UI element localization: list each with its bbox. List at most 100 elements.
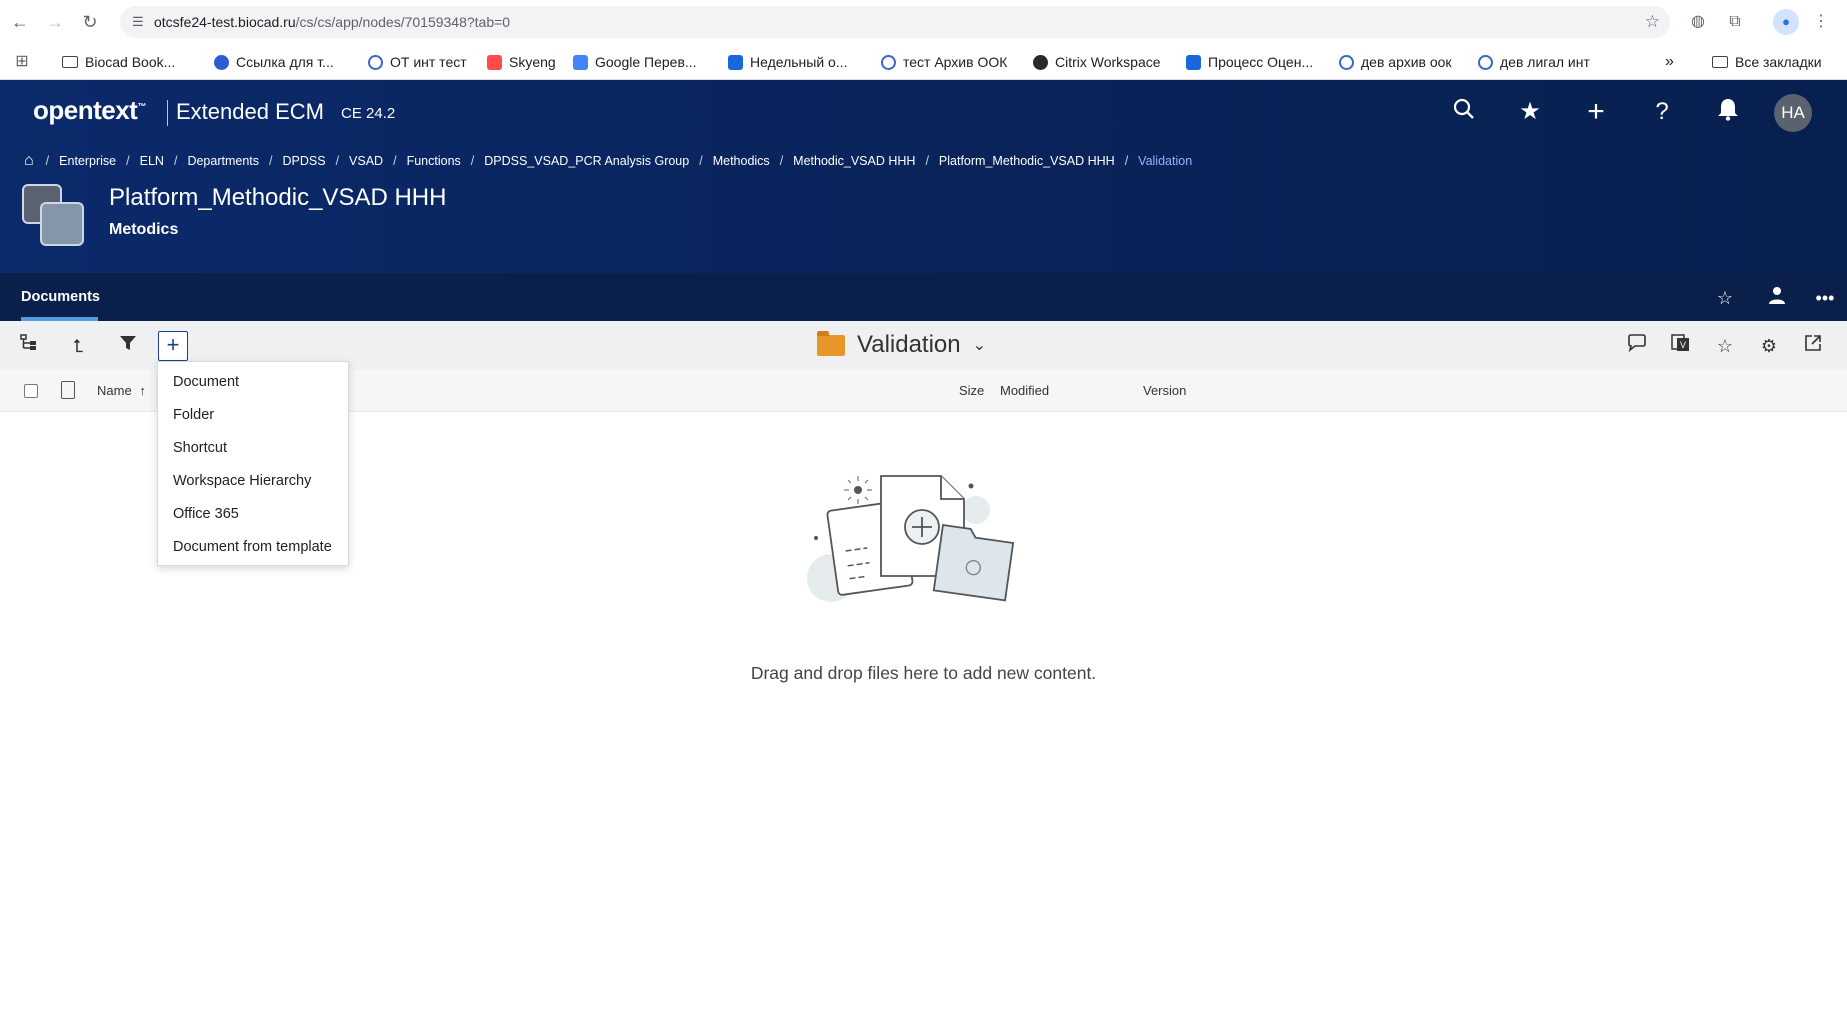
breadcrumb-item[interactable]: DPDSS (282, 154, 325, 168)
confluence-icon (728, 54, 743, 70)
go-up-icon[interactable]: ⮤ (65, 333, 91, 359)
opentext-icon (881, 54, 896, 70)
top-navigation-bar: opentext™ Extended ECM CE 24.2 ★ + ? HA (0, 80, 1847, 144)
breadcrumb: ⌂ / Enterprise / ELN / Departments / DPDSS /… (24, 152, 1193, 170)
column-header-modified[interactable]: Modified (1000, 383, 1049, 398)
add-item-button[interactable]: + (158, 331, 188, 361)
select-all-checkbox[interactable] (24, 384, 38, 398)
bookmark-item[interactable]: Citrix Workspace (1033, 52, 1161, 72)
folder-icon (817, 330, 845, 356)
breadcrumb-item[interactable]: Functions (407, 154, 461, 168)
menu-item-workspace-hierarchy[interactable]: Workspace Hierarchy (158, 465, 348, 498)
breadcrumb-item[interactable]: Methodics (713, 154, 770, 168)
home-icon[interactable]: ⌂ (24, 152, 34, 170)
reload-icon[interactable]: ↻ (78, 10, 102, 34)
forward-icon[interactable]: → (43, 10, 67, 34)
translate-icon[interactable]: ◍ (1687, 11, 1709, 33)
workspace-title: Platform_Methodic_VSAD HHH (109, 184, 447, 211)
filter-icon[interactable] (115, 333, 141, 359)
column-header-name[interactable]: Name ↑ (97, 383, 146, 398)
column-header-size[interactable]: Size (959, 383, 984, 398)
app-header: opentext™ Extended ECM CE 24.2 ★ + ? HA … (0, 80, 1847, 273)
menu-item-document[interactable]: Document (158, 366, 348, 399)
apps-grid-icon[interactable]: ⊞ (11, 51, 33, 73)
opentext-icon (1478, 54, 1493, 70)
all-bookmarks[interactable]: Все закладки (1712, 52, 1822, 72)
browser-profile-icon[interactable]: ● (1773, 9, 1799, 35)
current-folder-selector[interactable]: Validation ⌄ (817, 330, 986, 359)
add-item-menu: Document Folder Shortcut Workspace Hiera… (157, 361, 349, 566)
bookmark-item[interactable]: ОТ инт тест (368, 52, 467, 72)
search-icon[interactable] (1449, 97, 1479, 127)
menu-item-document-from-template[interactable]: Document from template (158, 531, 348, 564)
user-avatar[interactable]: HA (1774, 94, 1812, 132)
product-name: Extended ECM (176, 99, 324, 124)
notifications-bell-icon[interactable] (1713, 97, 1743, 127)
help-icon[interactable]: ? (1647, 97, 1677, 127)
logo-divider (167, 100, 168, 126)
user-icon[interactable] (1765, 286, 1789, 310)
google-translate-icon (573, 54, 588, 70)
bookmark-item[interactable]: дев лигал инт (1478, 52, 1590, 72)
opentext-icon (368, 54, 383, 70)
breadcrumb-item[interactable]: Methodic_VSAD HHH (793, 154, 915, 168)
menu-item-shortcut[interactable]: Shortcut (158, 432, 348, 465)
breadcrumb-item[interactable]: VSAD (349, 154, 383, 168)
tab-bar: Documents ☆ ••• (0, 273, 1847, 321)
bookmark-item[interactable]: Biocad Book... (62, 52, 175, 72)
bookmark-item[interactable]: Skyeng (487, 52, 556, 72)
back-icon[interactable]: ← (8, 10, 32, 34)
folder-icon (62, 56, 78, 68)
bookmark-item[interactable]: Процесс Оцен... (1186, 52, 1313, 72)
workspace-icon (22, 184, 86, 248)
favorites-star-icon[interactable]: ★ (1515, 97, 1545, 127)
favorite-star-outline-icon[interactable]: ☆ (1712, 333, 1738, 359)
folder-name: Validation (857, 331, 961, 358)
link-icon (214, 54, 229, 70)
bookmark-item[interactable]: Недельный о... (728, 52, 848, 72)
more-options-icon[interactable]: ••• (1813, 286, 1837, 310)
workspace-type: Metodics (109, 221, 179, 238)
bookmark-item[interactable]: тест Архив ООК (881, 52, 1007, 72)
svg-text:V: V (1680, 340, 1686, 350)
settings-gear-icon[interactable]: ⚙ (1756, 333, 1782, 359)
folder-icon (1712, 56, 1728, 68)
product-version: CE 24.2 (341, 105, 396, 122)
bookmark-item[interactable]: дев архив оок (1339, 52, 1452, 72)
skyeng-icon (487, 54, 502, 70)
tab-documents[interactable]: Documents (21, 289, 100, 305)
empty-folder-illustration (806, 468, 1036, 608)
breadcrumb-item[interactable]: ELN (140, 154, 164, 168)
opentext-logo[interactable]: opentext™ (33, 95, 146, 126)
bookmark-item[interactable]: Google Перев... (573, 52, 697, 72)
breadcrumb-item[interactable]: Departments (187, 154, 259, 168)
citrix-icon (1033, 54, 1048, 70)
breadcrumb-item[interactable]: DPDSS_VSAD_PCR Analysis Group (484, 154, 689, 168)
create-plus-icon[interactable]: + (1581, 97, 1611, 127)
url-text[interactable]: otcsfe24-test.biocad.ru/cs/cs/app/nodes/… (154, 14, 510, 30)
document-type-icon (61, 381, 75, 399)
bookmark-item[interactable]: Ссылка для т... (214, 52, 334, 72)
sort-ascending-icon: ↑ (139, 383, 146, 398)
bookmarks-bar: ⊞ Biocad Book... Ссылка для т... ОТ инт … (0, 44, 1847, 80)
favorite-star-outline-icon[interactable]: ☆ (1713, 286, 1737, 310)
menu-item-office-365[interactable]: Office 365 (158, 498, 348, 531)
confluence-icon (1186, 54, 1201, 70)
menu-item-folder[interactable]: Folder (158, 399, 348, 432)
breadcrumb-item[interactable]: Platform_Methodic_VSAD HHH (939, 154, 1115, 168)
bookmark-star-icon[interactable]: ☆ (1645, 12, 1660, 32)
comment-icon[interactable] (1624, 333, 1650, 359)
opentext-icon (1339, 54, 1354, 70)
site-info-icon[interactable]: ☰ (132, 13, 150, 31)
open-external-icon[interactable] (1800, 333, 1826, 359)
more-bookmarks-icon[interactable]: » (1665, 52, 1674, 72)
browser-toolbar: ← → ↻ ☰ otcsfe24-test.biocad.ru/cs/cs/ap… (0, 0, 1847, 44)
version-control-icon[interactable]: V (1668, 333, 1694, 359)
column-header-version[interactable]: Version (1143, 383, 1186, 398)
breadcrumb-item[interactable]: Enterprise (59, 154, 116, 168)
address-bar[interactable]: ☰ otcsfe24-test.biocad.ru/cs/cs/app/node… (120, 6, 1670, 38)
extensions-icon[interactable]: ⧉ (1724, 11, 1746, 33)
tree-view-icon[interactable] (16, 333, 42, 359)
breadcrumb-current: Validation (1138, 154, 1193, 168)
browser-menu-icon[interactable]: ⋮ (1810, 11, 1832, 33)
